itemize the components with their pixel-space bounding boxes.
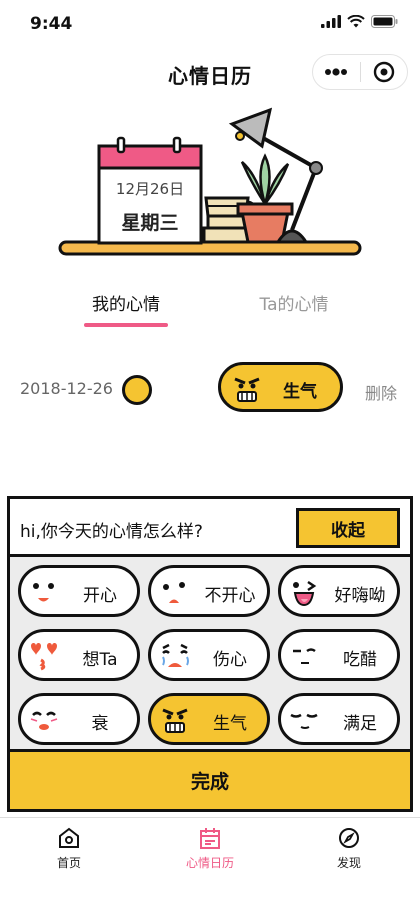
done-button[interactable]: 完成 [10,749,410,809]
battery-icon [371,15,398,28]
mood-label: 好嗨呦 [334,586,386,606]
mood-picker-panel: hi,你今天的心情怎么样? 收起 开心 不开心 好嗨呦 想Ta 伤心 吃醋 衰 … [7,496,413,812]
tabbar-item-home[interactable]: 首页 [24,824,114,871]
collapse-button[interactable]: 收起 [296,508,400,548]
tabbar-item-mood-calendar[interactable]: 心情日历 [165,824,255,871]
jealous-face-icon [293,648,316,664]
mood-label: 衰 [91,714,109,734]
crying-face-icon [162,643,189,667]
mood-option-angry[interactable]: 生气 [148,693,270,745]
status-bar: 9:44 [0,0,420,48]
mood-option-unhappy[interactable]: 不开心 [148,565,270,617]
record-date: 2018-12-26 [20,379,113,398]
mood-label: 想Ta [82,650,118,670]
tabbar-label: 心情日历 [185,856,234,870]
mood-label: 生气 [213,714,247,734]
tabbar-label: 发现 [336,856,361,870]
status-icons [321,15,398,28]
compass-icon [339,828,359,848]
close-miniprogram-button[interactable] [361,55,408,89]
home-icon [59,827,79,848]
more-button[interactable] [313,55,360,89]
happy-face-icon [33,583,54,602]
tabbar-label: 首页 [56,856,81,870]
panel-header: hi,你今天的心情怎么样? 收起 [10,499,410,557]
tab-ta-mood[interactable]: Ta的心情 [234,290,354,315]
more-dots-icon [325,68,348,76]
tab-my-mood[interactable]: 我的心情 [66,290,186,315]
mood-option-sad[interactable]: 伤心 [148,629,270,681]
unlucky-face-icon [30,711,58,730]
mood-option-jealous[interactable]: 吃醋 [278,629,400,681]
excited-face-icon [293,580,317,607]
mood-option-excited[interactable]: 好嗨呦 [278,565,400,617]
delete-button[interactable]: 删除 [365,380,397,404]
mood-grid: 开心 不开心 好嗨呦 想Ta 伤心 吃醋 衰 生气 满足 [18,565,404,745]
missing-face-icon [31,643,57,671]
mood-label: 不开心 [204,586,256,606]
mood-option-happy[interactable]: 开心 [18,565,140,617]
record-mood-chip[interactable]: 生气 [218,362,343,412]
satisfied-face-icon [290,713,318,729]
mood-label: 开心 [83,586,117,606]
wifi-icon [347,15,365,28]
calendar-date: 12月26日 [115,180,185,198]
mood-label: 伤心 [213,650,247,670]
status-time: 9:44 [30,14,73,34]
mini-program-capsule [312,54,408,90]
mood-option-unlucky[interactable]: 衰 [18,693,140,745]
target-icon [373,61,394,83]
tabbar-item-discover[interactable]: 发现 [304,824,394,871]
record-mood-dot[interactable] [122,375,152,405]
mood-label: 满足 [343,714,377,734]
mood-question: hi,你今天的心情怎么样? [20,522,203,542]
calendar-weekday: 星期三 [121,212,179,234]
calendar-icon [200,828,220,849]
record-mood-label: 生气 [283,382,317,402]
bottom-tab-bar: 首页 心情日历 发现 [0,817,420,910]
tab-active-indicator [84,323,168,327]
mood-label: 吃醋 [343,650,377,670]
angry-face-icon [162,708,188,733]
signal-icon [321,15,341,28]
mood-option-satisfied[interactable]: 满足 [278,693,400,745]
angry-face-icon [234,377,260,402]
mood-option-missing[interactable]: 想Ta [18,629,140,681]
nav-bar: 心情日历 [0,48,420,98]
unhappy-face-icon [163,582,185,603]
